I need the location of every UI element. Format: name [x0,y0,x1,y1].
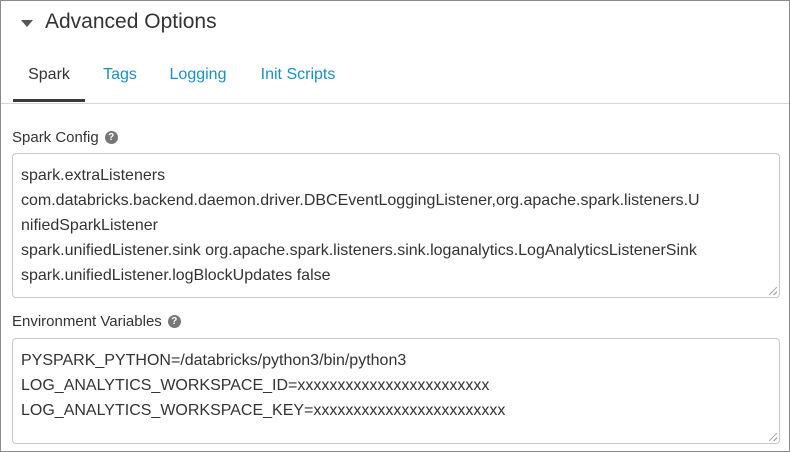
spark-config-line: com.databricks.backend.daemon.driver.DBC… [21,192,700,209]
env-vars-label-text: Environment Variables [12,313,162,330]
spark-config-line: nifiedSparkListener [21,217,158,234]
question-circle-icon[interactable]: ? [104,131,118,144]
spark-config-line: spark.unifiedListener.sink org.apache.sp… [21,242,697,259]
spark-config-line: spark.unifiedListener.logBlockUpdates fa… [21,267,331,284]
resize-grip-icon[interactable] [769,287,777,295]
env-var-line: LOG_ANALYTICS_WORKSPACE_ID=xxxxxxxxxxxxx… [21,377,490,394]
tab-bar: Spark Tags Logging Init Scripts [1,59,789,104]
tab-tags[interactable]: Tags [97,59,143,102]
env-var-line: LOG_ANALYTICS_WORKSPACE_KEY=xxxxxxxxxxxx… [21,402,506,419]
spark-config-label: Spark Config ? [12,129,118,146]
resize-grip-icon[interactable] [769,433,777,441]
advanced-options-panel: Advanced Options Spark Tags Logging Init… [0,0,790,452]
env-var-line: PYSPARK_PYTHON=/databricks/python3/bin/p… [21,352,407,369]
env-vars-label: Environment Variables ? [12,313,181,330]
question-circle-icon[interactable]: ? [167,315,181,328]
spark-config-textarea[interactable]: spark.extraListeners com.databricks.back… [12,153,780,298]
tab-logging[interactable]: Logging [163,59,233,102]
tab-init-scripts[interactable]: Init Scripts [253,59,343,102]
section-title: Advanced Options [45,10,217,33]
spark-config-label-text: Spark Config [12,129,99,146]
tab-spark[interactable]: Spark [13,59,85,102]
env-vars-textarea[interactable]: PYSPARK_PYTHON=/databricks/python3/bin/p… [12,338,780,444]
caret-down-icon [21,19,33,27]
spark-config-line: spark.extraListeners [21,167,166,184]
advanced-options-toggle[interactable]: Advanced Options [21,9,217,35]
